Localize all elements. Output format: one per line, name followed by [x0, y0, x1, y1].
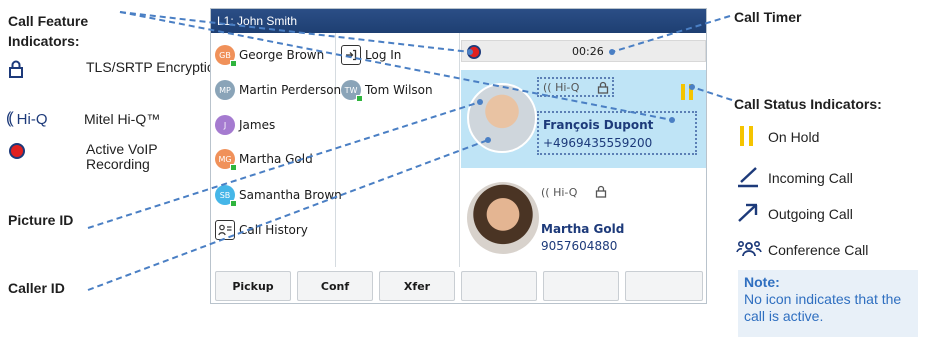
hiq-icon: (( Hi-Q	[543, 81, 580, 94]
legend-text-incoming: Incoming Call	[768, 170, 853, 186]
record-icon	[467, 45, 481, 59]
caller-name: Martha Gold	[541, 222, 625, 236]
avatar: J	[215, 115, 235, 135]
lock-icon	[8, 60, 46, 78]
softkey-conf[interactable]: Conf	[297, 271, 373, 301]
avatar: MG	[215, 149, 237, 171]
softkey-6[interactable]	[625, 271, 703, 301]
outgoing-call-icon	[736, 202, 768, 227]
legend-row-hold: On Hold	[740, 126, 819, 146]
log-in-label: Log In	[365, 48, 402, 62]
softkey-pickup[interactable]: Pickup	[215, 271, 291, 301]
caller-id-box: François Dupont +4969435559200	[537, 111, 697, 155]
legend-row-outgoing: Outgoing Call	[736, 202, 853, 227]
contact-name: George Brown	[239, 48, 325, 62]
contact-name: Martin Perderson	[239, 83, 342, 97]
avatar: SB	[215, 185, 237, 207]
call-card-francois-dupont[interactable]: (( Hi-Q François Dupont +4969435559200	[461, 70, 706, 168]
legend-text-encryption: TLS/SRTP Encryption	[86, 59, 223, 75]
contact-tom-wilson[interactable]: TW Tom Wilson	[341, 80, 433, 102]
legend-text-conference: Conference Call	[768, 242, 869, 258]
call-history-button[interactable]: Call History	[215, 220, 308, 240]
hold-icon	[681, 84, 685, 100]
legend-row-incoming: Incoming Call	[736, 166, 853, 191]
call-timer: 00:26	[572, 45, 604, 58]
note-title: Note:	[744, 274, 780, 290]
lock-icon	[595, 185, 607, 198]
softkey-5[interactable]	[543, 271, 619, 301]
legend-row-encryption: TLS/SRTP Encryption	[8, 60, 222, 78]
log-in-button[interactable]: Log In	[341, 45, 401, 65]
legend-text-recording: Active VoIP Recording	[86, 141, 158, 172]
contact-samantha-brown[interactable]: SB Samantha Brown	[215, 185, 342, 207]
note-box: Note: No icon indicates that the call is…	[738, 270, 918, 337]
conference-call-icon	[736, 240, 768, 263]
incoming-call-icon	[736, 166, 768, 191]
hiq-icon: (( Hi-Q	[541, 186, 578, 199]
call-status-indicators-label: Call Status Indicators:	[734, 96, 882, 112]
softkey-xfer[interactable]: Xfer	[379, 271, 455, 301]
legend-text-hold: On Hold	[768, 129, 820, 145]
caller-number: 9057604880	[541, 239, 618, 253]
line-title-bar: L1: John Smith	[211, 9, 706, 33]
record-icon	[8, 142, 46, 160]
call-timer-bar: 00:26	[461, 40, 706, 62]
softkey-4[interactable]	[461, 271, 537, 301]
avatar: MP	[215, 80, 235, 100]
legend-text-hiq: Mitel Hi-Q™	[84, 111, 161, 127]
note-text: No icon indicates that the call is activ…	[744, 291, 902, 324]
legend-text-outgoing: Outgoing Call	[768, 206, 853, 222]
contact-name: Samantha Brown	[239, 188, 342, 202]
contact-name: Martha Gold	[239, 152, 313, 166]
contact-name: Tom Wilson	[365, 83, 433, 97]
call-card-martha-gold[interactable]: (( Hi-Q Martha Gold 9057604880	[461, 172, 706, 267]
legend-row-recording: Active VoIP Recording	[8, 142, 186, 172]
contact-martha-gold[interactable]: MG Martha Gold	[215, 149, 313, 171]
call-history-label: Call History	[239, 223, 308, 237]
caller-number: +4969435559200	[543, 136, 653, 150]
avatar: TW	[341, 80, 363, 102]
legend-row-conference: Conference Call	[736, 240, 868, 263]
hiq-icon: (( Hi-Q	[6, 110, 48, 128]
contact-james[interactable]: J James	[215, 115, 275, 135]
call-timer-label: Call Timer	[734, 9, 802, 25]
contact-george-brown[interactable]: GB George Brown	[215, 45, 325, 67]
call-history-icon	[215, 220, 235, 240]
picture-id-label: Picture ID	[8, 212, 74, 228]
picture-id	[467, 182, 539, 254]
caller-id-label: Caller ID	[8, 280, 65, 296]
feature-indicator-box: (( Hi-Q	[537, 77, 614, 97]
legend-row-hiq: (( Hi-Q Mitel Hi-Q™	[6, 110, 160, 128]
call-feature-indicators-label: Call Feature Indicators:	[8, 13, 89, 49]
caller-name: François Dupont	[543, 118, 654, 132]
contact-martin-perderson[interactable]: MP Martin Perderson	[215, 80, 341, 100]
picture-id	[467, 83, 537, 153]
hold-icon	[740, 126, 768, 146]
lock-icon	[597, 81, 609, 94]
contact-name: James	[239, 118, 276, 132]
avatar: GB	[215, 45, 237, 67]
phone-screen: L1: John Smith GB George Brown MP Martin…	[210, 8, 707, 304]
log-in-icon	[341, 45, 361, 65]
